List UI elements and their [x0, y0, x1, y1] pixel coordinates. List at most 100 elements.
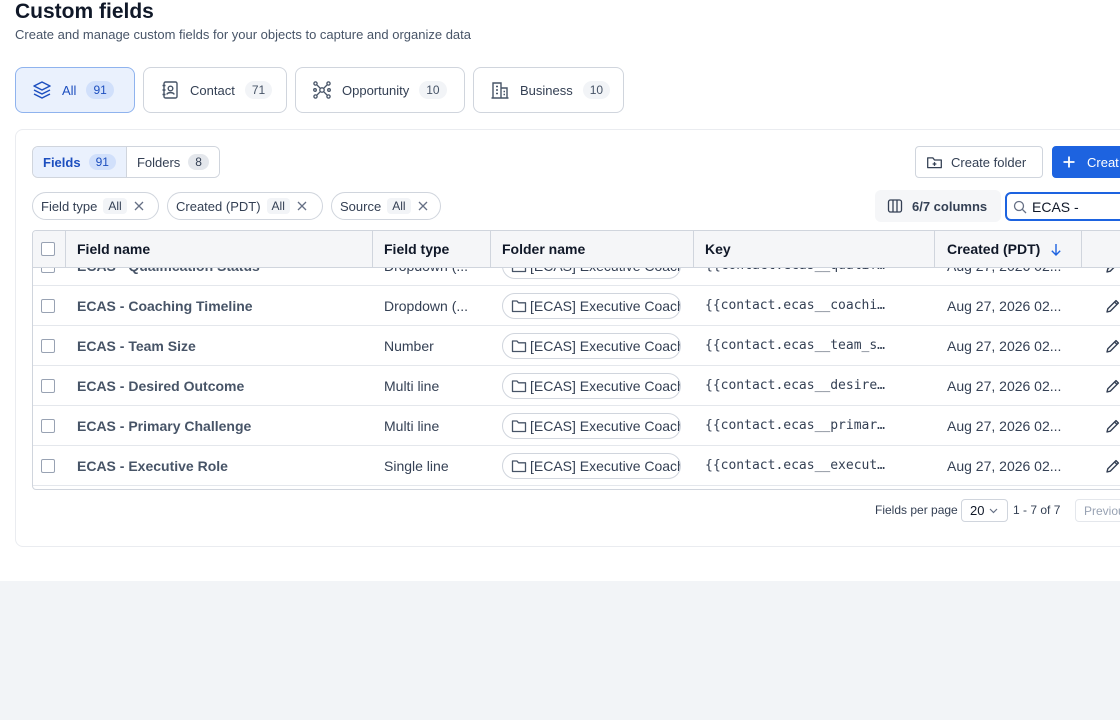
- field-type-cell: Multi line: [384, 377, 440, 394]
- folder-pill[interactable]: [ECAS] Executive Coaching: [502, 372, 681, 399]
- table-row[interactable]: ECAS - Executive Role Single line [ECAS] E…: [33, 446, 1120, 486]
- create-field-button[interactable]: Creat: [1052, 146, 1120, 178]
- search-icon: [1013, 200, 1027, 214]
- field-name-cell[interactable]: ECAS - Desired Outcome: [77, 366, 367, 405]
- folder-pill[interactable]: [ECAS] Executive Coaching: [502, 332, 681, 359]
- table-row[interactable]: ECAS - Desired Outcome Multi line [ECAS] E…: [33, 366, 1120, 406]
- header-created[interactable]: Created (PDT): [947, 231, 1062, 267]
- folder-name-cell: [ECAS] Executive Coaching: [502, 406, 687, 445]
- folder-name-cell: [ECAS] Executive Coaching: [502, 268, 687, 285]
- folder-pill-label: [ECAS] Executive Coaching: [530, 337, 680, 354]
- created-cell: Aug 27, 2026 02...: [947, 457, 1062, 474]
- toggle-fields[interactable]: Fields 91: [33, 147, 126, 177]
- edit-pencil-icon[interactable]: [1105, 268, 1120, 285]
- header-folder-name[interactable]: Folder name: [502, 231, 585, 267]
- close-icon[interactable]: [296, 200, 308, 212]
- folder-pill-label: [ECAS] Executive Coaching: [530, 268, 680, 274]
- edit-pencil-icon[interactable]: [1105, 366, 1120, 405]
- folder-icon: [511, 459, 527, 473]
- sort-arrow-down-icon[interactable]: [1050, 243, 1062, 256]
- column-divider: [693, 231, 694, 267]
- row-checkbox[interactable]: [41, 418, 55, 433]
- header-field-name[interactable]: Field name: [77, 231, 150, 267]
- toggle-folders-count: 8: [188, 154, 209, 170]
- row-checkbox[interactable]: [41, 268, 55, 273]
- tab-business-count: 10: [582, 81, 611, 99]
- folder-icon: [511, 379, 527, 393]
- row-checkbox-cell: [41, 446, 55, 485]
- filter-created-value: All: [266, 198, 290, 214]
- filter-created[interactable]: Created (PDT) All: [167, 192, 323, 220]
- select-all-checkbox-cell: [41, 231, 55, 267]
- table-row[interactable]: ECAS - Team Size Number [ECAS] Executive C…: [33, 326, 1120, 366]
- folder-pill[interactable]: [ECAS] Executive Coaching: [502, 412, 681, 439]
- table-row[interactable]: ECAS - Primary Challenge Multi line [ECAS]…: [33, 406, 1120, 446]
- close-icon[interactable]: [417, 200, 429, 212]
- key-cell: {{contact.ecas__desire…: [705, 378, 886, 393]
- pagination-range: 1 - 7 of 7: [1013, 503, 1061, 517]
- row-checkbox-cell: [41, 406, 55, 445]
- header-key[interactable]: Key: [705, 231, 731, 267]
- row-checkbox[interactable]: [41, 458, 55, 473]
- folder-pill-label: [ECAS] Executive Coaching: [530, 297, 680, 314]
- folder-name-cell: [ECAS] Executive Coaching: [502, 326, 687, 365]
- row-checkbox[interactable]: [41, 298, 55, 313]
- folder-icon: [511, 339, 527, 353]
- edit-pencil-icon[interactable]: [1105, 406, 1120, 445]
- fields-table: Field name Field type Folder name Key Cr…: [32, 230, 1120, 490]
- table-row[interactable]: ECAS - Qualification Status Dropdown (...…: [33, 268, 1120, 286]
- columns-icon: [887, 198, 903, 214]
- page-title: Custom fields: [15, 0, 154, 23]
- folder-plus-icon: [926, 154, 943, 171]
- folder-name-cell: [ECAS] Executive Coaching: [502, 446, 687, 485]
- columns-button[interactable]: 6/7 columns: [875, 190, 1001, 222]
- tab-contact[interactable]: Contact 71: [143, 67, 287, 113]
- tab-all[interactable]: All 91: [15, 67, 135, 113]
- field-name-cell[interactable]: ECAS - Qualification Status: [77, 268, 367, 285]
- filter-source[interactable]: Source All: [331, 192, 441, 220]
- tab-all-label: All: [62, 82, 77, 98]
- row-checkbox[interactable]: [41, 378, 55, 393]
- table-row[interactable]: ECAS - Coaching Timeline Dropdown (... [EC…: [33, 286, 1120, 326]
- field-type-cell: Dropdown (...: [384, 297, 469, 314]
- toggle-folders[interactable]: Folders 8: [125, 147, 219, 177]
- folder-name-cell: [ECAS] Executive Coaching: [502, 286, 687, 325]
- table-header: Field name Field type Folder name Key Cr…: [33, 231, 1120, 268]
- row-checkbox-cell: [41, 366, 55, 405]
- create-folder-button[interactable]: Create folder: [915, 146, 1043, 178]
- building-icon: [490, 80, 510, 100]
- plus-icon: [1063, 156, 1075, 168]
- column-divider: [934, 231, 935, 267]
- folder-pill[interactable]: [ECAS] Executive Coaching: [502, 292, 681, 319]
- row-checkbox[interactable]: [41, 338, 55, 353]
- tab-opportunity[interactable]: Opportunity 10: [295, 67, 465, 113]
- search-input[interactable]: [1032, 198, 1120, 215]
- field-name-cell[interactable]: ECAS - Primary Challenge: [77, 406, 367, 445]
- previous-page-label: Previous: [1084, 503, 1120, 518]
- key-cell: {{contact.ecas__execut…: [705, 458, 886, 473]
- field-name-cell[interactable]: ECAS - Coaching Timeline: [77, 286, 367, 325]
- create-folder-label: Create folder: [951, 154, 1027, 170]
- per-page-select[interactable]: 20: [961, 499, 1008, 522]
- close-icon[interactable]: [133, 200, 145, 212]
- search-field[interactable]: [1005, 192, 1120, 221]
- previous-page-button[interactable]: Previous: [1075, 499, 1120, 522]
- tab-opportunity-count: 10: [419, 81, 447, 99]
- contact-book-icon: [160, 80, 180, 100]
- edit-pencil-icon[interactable]: [1105, 446, 1120, 485]
- edit-pencil-icon[interactable]: [1105, 326, 1120, 365]
- toggle-fields-count: 91: [88, 154, 116, 170]
- edit-pencil-icon[interactable]: [1105, 286, 1120, 325]
- folder-pill[interactable]: [ECAS] Executive Coaching: [502, 268, 681, 279]
- field-name-cell[interactable]: ECAS - Team Size: [77, 326, 367, 365]
- toggle-fields-label: Fields: [43, 154, 81, 170]
- tab-business[interactable]: Business 10: [473, 67, 624, 113]
- folder-icon: [511, 419, 527, 433]
- folder-pill[interactable]: [ECAS] Executive Coaching: [502, 452, 681, 479]
- header-field-type[interactable]: Field type: [384, 231, 449, 267]
- filter-field-type[interactable]: Field type All: [32, 192, 159, 220]
- tab-contact-count: 71: [244, 81, 273, 99]
- select-all-checkbox[interactable]: [41, 242, 55, 256]
- field-name-cell[interactable]: ECAS - Executive Role: [77, 446, 367, 485]
- tab-contact-label: Contact: [190, 82, 235, 98]
